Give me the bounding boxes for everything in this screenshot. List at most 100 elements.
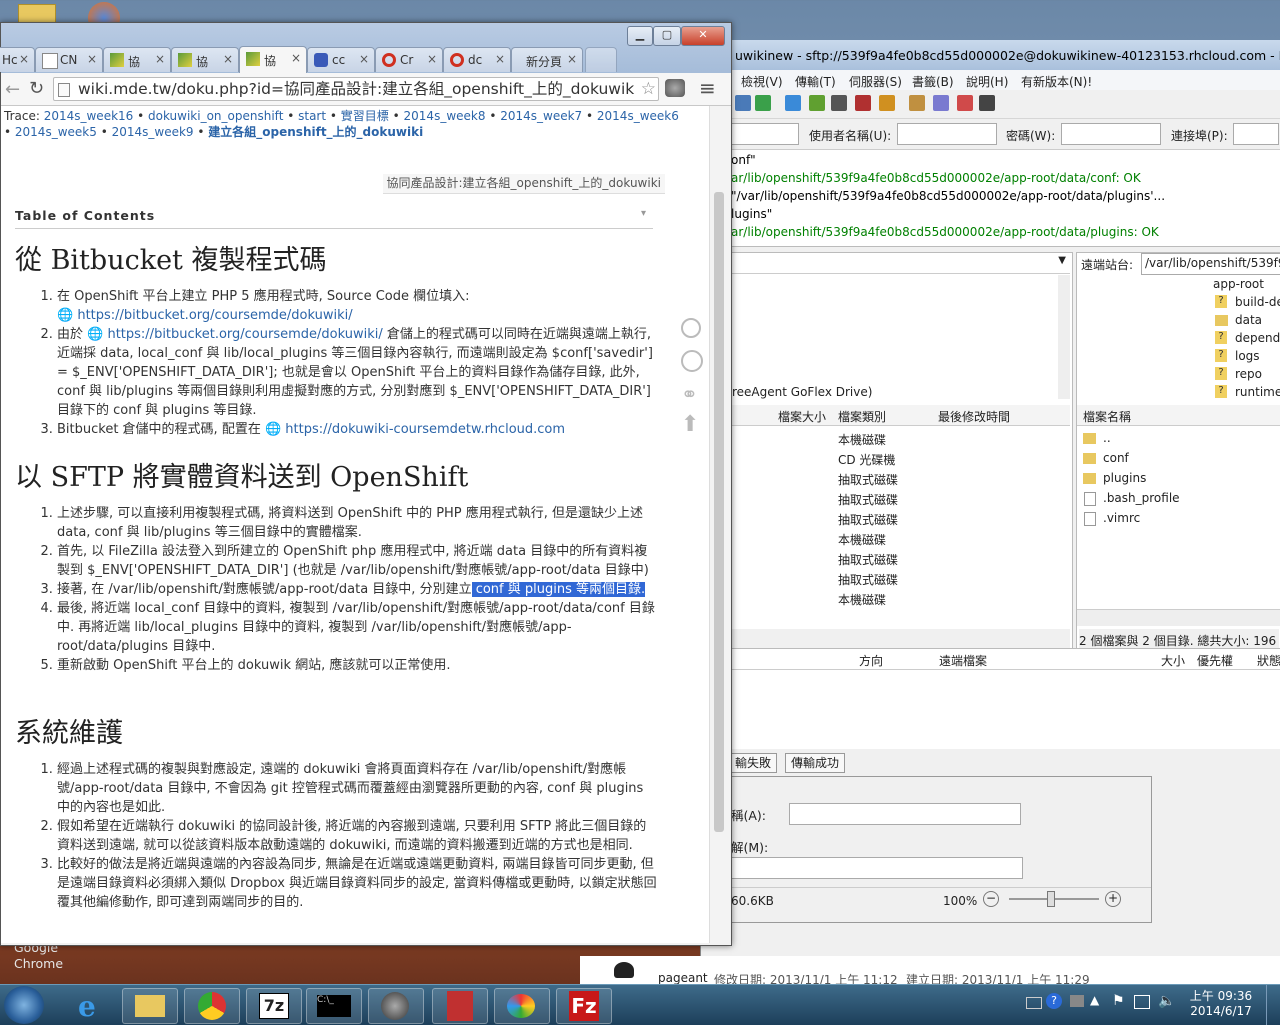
external-link[interactable]: https://bitbucket.org/coursemde/dokuwiki…: [107, 327, 382, 342]
username-input[interactable]: [897, 123, 997, 145]
tab-successful-transfers[interactable]: 傳輸成功: [785, 753, 846, 773]
scrollbar-thumb[interactable]: [714, 192, 724, 832]
browser-tab[interactable]: 新分頁 ×: [511, 47, 583, 72]
help-icon[interactable]: ?: [1046, 993, 1062, 1009]
local-tree-scrollbar[interactable]: [1058, 275, 1070, 399]
extension-icon[interactable]: [665, 79, 685, 97]
start-button[interactable]: [4, 986, 44, 1024]
menu-new-version[interactable]: 有新版本(N)!: [1021, 73, 1092, 90]
trace-link[interactable]: 2014s_week5: [15, 125, 97, 139]
back-to-top-icon[interactable]: ⬆: [681, 412, 703, 437]
col-priority[interactable]: 優先權: [1197, 652, 1233, 669]
browser-tab[interactable]: cc ×: [307, 47, 375, 72]
reconnect-icon[interactable]: [879, 95, 895, 111]
tree-item[interactable]: data: [1215, 313, 1262, 327]
list-item[interactable]: 本機磁碟: [838, 531, 886, 548]
taskbar-explorer-icon[interactable]: [122, 988, 178, 1024]
col-filesize[interactable]: 檔案大小: [778, 408, 826, 425]
taskbar-app-icon[interactable]: [368, 988, 424, 1024]
search-remote-icon[interactable]: [979, 95, 995, 111]
menu-view[interactable]: 檢視(V): [741, 73, 783, 90]
disconnect-icon[interactable]: [855, 95, 871, 111]
filter-icon[interactable]: [909, 95, 925, 111]
external-link[interactable]: https://dokuwiki-coursemdetw.rhcloud.com: [285, 422, 565, 437]
trace-link[interactable]: 2014s_week6: [597, 109, 679, 123]
list-item[interactable]: 抽取式磁碟: [838, 551, 898, 568]
trace-link[interactable]: 實習目標: [341, 109, 389, 123]
back-icon[interactable]: ←: [5, 79, 20, 100]
list-item[interactable]: .bash_profile: [1083, 491, 1180, 506]
taskbar-putty-icon[interactable]: [432, 988, 488, 1024]
col-size[interactable]: 大小: [1161, 652, 1185, 669]
tray-icon[interactable]: [1070, 995, 1084, 1007]
process-queue-icon[interactable]: [809, 95, 825, 111]
col-remote-file[interactable]: 遠端檔案: [939, 652, 987, 669]
trace-link[interactable]: dokuwiki_on_openshift: [148, 109, 283, 123]
taskbar-ie-icon[interactable]: e: [64, 988, 118, 1023]
star-icon[interactable]: ☆: [638, 78, 656, 100]
taskbar-cmd-icon[interactable]: C:\_: [306, 988, 362, 1024]
show-desktop-button[interactable]: [1266, 985, 1280, 1025]
taskbar-paint-icon[interactable]: [494, 988, 550, 1024]
zoom-out-icon[interactable]: −: [983, 891, 999, 907]
col-filename[interactable]: 檔案名稱: [1083, 408, 1131, 425]
trace-link[interactable]: 2014s_week7: [500, 109, 582, 123]
toggle-remote-tree-icon[interactable]: [755, 95, 771, 111]
trace-link[interactable]: start: [298, 109, 326, 123]
link-icon[interactable]: ⚭: [681, 382, 703, 406]
trace-link[interactable]: 2014s_week9: [112, 125, 194, 139]
list-item[interactable]: 抽取式磁碟: [838, 511, 898, 528]
close-button[interactable]: ✕: [681, 26, 725, 46]
chevron-up-icon[interactable]: ▲: [1090, 993, 1099, 1007]
menu-icon[interactable]: ≡: [699, 76, 716, 100]
menu-help[interactable]: 說明(H): [966, 73, 1008, 90]
list-item[interactable]: CD 光碟機: [838, 451, 895, 468]
revisions-icon[interactable]: [681, 350, 703, 372]
keyboard-icon[interactable]: [1026, 997, 1042, 1009]
tree-item[interactable]: ? logs: [1215, 349, 1260, 363]
tree-item[interactable]: ? runtime: [1215, 385, 1280, 399]
list-item[interactable]: .vimrc: [1083, 511, 1140, 526]
browser-tab[interactable]: 協 ×: [103, 47, 171, 72]
list-item[interactable]: 本機磁碟: [838, 431, 886, 448]
browser-tab[interactable]: Cr ×: [375, 47, 443, 72]
flag-icon[interactable]: ⚑: [1112, 993, 1125, 1009]
zoom-in-icon[interactable]: +: [1105, 891, 1121, 907]
list-item[interactable]: 本機磁碟: [838, 591, 886, 608]
volume-icon[interactable]: 🔈: [1158, 993, 1175, 1009]
browser-tab[interactable]: CN ×: [35, 47, 103, 72]
taskbar-7zip-icon[interactable]: 7z: [246, 988, 302, 1024]
page-scrollbar[interactable]: [709, 106, 730, 943]
tree-item[interactable]: ?depende: [1215, 331, 1280, 345]
menu-server[interactable]: 伺服器(S): [849, 73, 902, 90]
list-item[interactable]: conf: [1083, 451, 1129, 465]
list-item[interactable]: ..: [1083, 431, 1111, 445]
tree-item[interactable]: ? build-de: [1215, 295, 1280, 309]
toggle-local-tree-icon[interactable]: [735, 95, 751, 111]
sync-browse-icon[interactable]: [957, 95, 973, 111]
host-input[interactable]: [731, 123, 799, 145]
local-path-dropdown[interactable]: ▼: [702, 253, 1070, 274]
tree-item-app-root[interactable]: app-root: [1213, 277, 1264, 291]
password-input[interactable]: [1061, 123, 1161, 145]
list-item[interactable]: 抽取式磁碟: [838, 471, 898, 488]
tree-item[interactable]: ? repo: [1215, 367, 1262, 381]
field-input[interactable]: [731, 857, 1023, 879]
browser-tab[interactable]: Hc ×: [0, 47, 35, 72]
taskbar-filezilla-icon[interactable]: Fz: [556, 988, 612, 1024]
zoom-slider-thumb[interactable]: [1047, 891, 1055, 907]
browser-tab-active[interactable]: 協 ×: [239, 46, 307, 73]
table-of-contents[interactable]: Table of Contents ▾: [15, 202, 653, 229]
trace-link[interactable]: 2014s_week8: [404, 109, 486, 123]
list-item[interactable]: 抽取式磁碟: [838, 571, 898, 588]
external-link[interactable]: https://bitbucket.org/coursemde/dokuwiki…: [77, 308, 352, 323]
col-status[interactable]: 狀態: [1257, 652, 1280, 669]
browser-tab[interactable]: 協 ×: [171, 47, 239, 72]
maximize-button[interactable]: ▢: [653, 26, 681, 46]
compare-icon[interactable]: [933, 95, 949, 111]
search-icon[interactable]: [681, 318, 701, 338]
menu-transfer[interactable]: 傳輸(T): [795, 73, 836, 90]
menu-bookmarks[interactable]: 書籤(B): [912, 73, 954, 90]
minimize-button[interactable]: ▁: [627, 26, 653, 46]
chevron-down-icon[interactable]: ▾: [641, 208, 647, 219]
